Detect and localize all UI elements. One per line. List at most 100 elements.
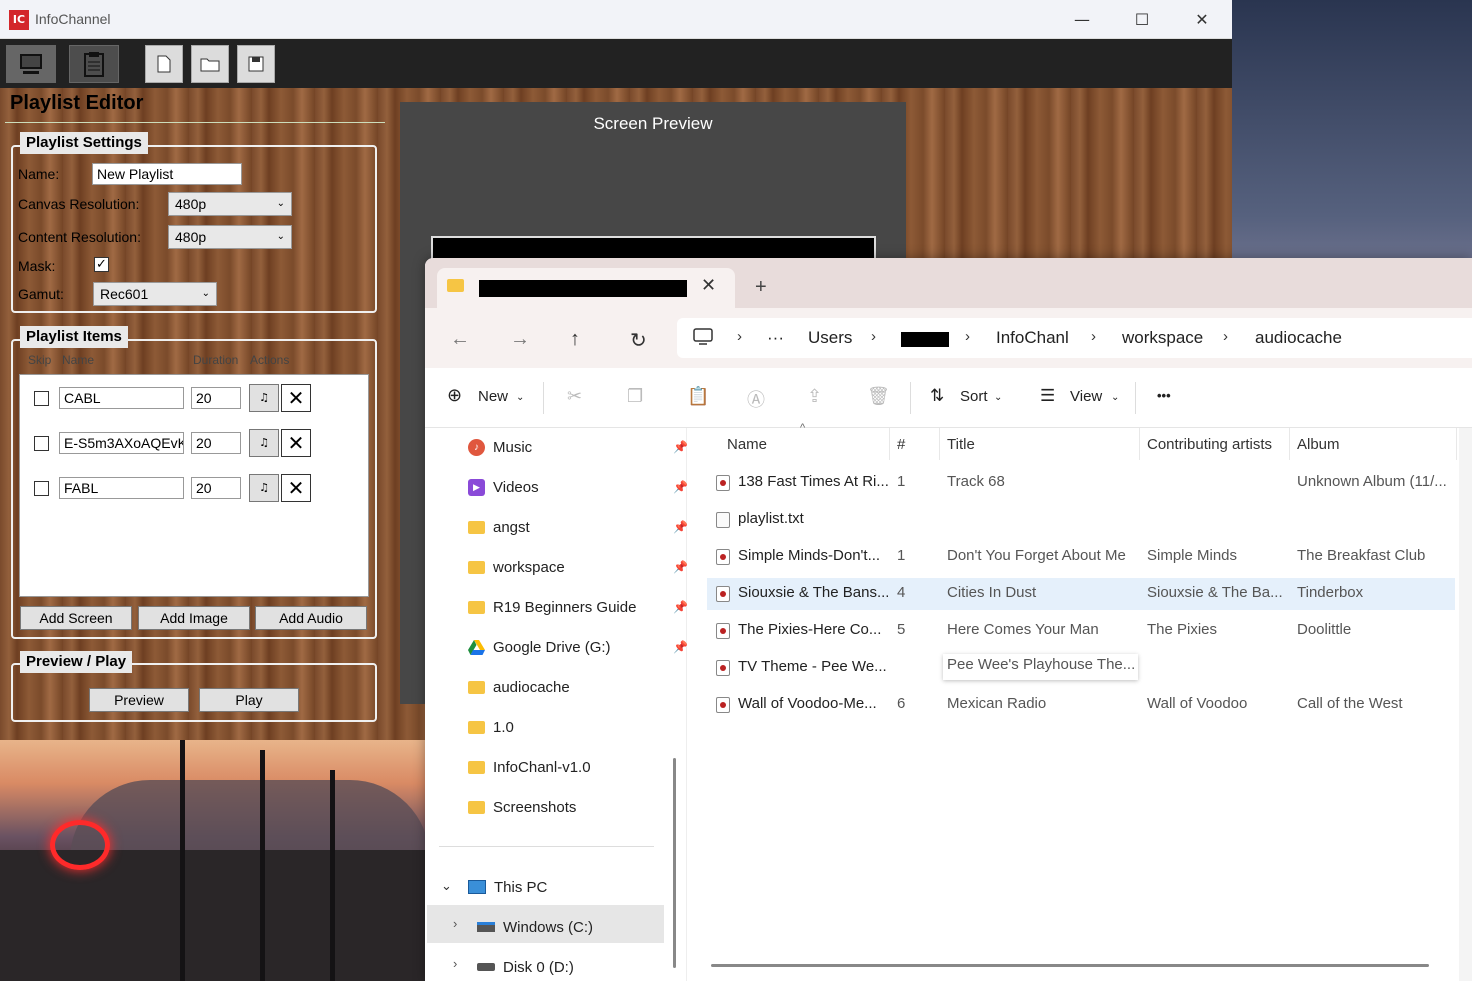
folder-icon [468, 720, 485, 734]
music-icon: ♪ [468, 438, 485, 456]
delete-icon[interactable]: ✕ [281, 384, 311, 412]
minimize-button[interactable]: — [1062, 8, 1102, 32]
back-arrow-icon[interactable]: ← [450, 328, 470, 351]
content-resolution-label: Content Resolution: [18, 229, 141, 245]
copy-icon[interactable]: ❐ [627, 386, 643, 407]
item-duration-input[interactable]: 20 [191, 432, 241, 454]
paste-icon[interactable]: 📋 [687, 386, 709, 407]
rename-icon[interactable]: Ⓐ [747, 386, 765, 412]
breadcrumb-workspace[interactable]: workspace [1122, 328, 1203, 348]
table-row[interactable]: Wall of Voodoo-Me... 6 Mexican Radio Wal… [707, 689, 1455, 721]
refresh-icon[interactable]: ↻ [630, 328, 647, 353]
chevron-down-icon[interactable]: ⌄ [441, 878, 452, 894]
share-icon[interactable]: ⇪ [807, 386, 822, 407]
item-name-input[interactable]: FABL [59, 477, 184, 499]
skip-checkbox[interactable] [34, 391, 49, 406]
nav-item-audiocache[interactable]: audiocache [468, 675, 668, 699]
table-row[interactable]: 138 Fast Times At Ri... 1 Track 68 Unkno… [707, 467, 1455, 499]
breadcrumb-audiocache[interactable]: audiocache [1255, 328, 1342, 348]
nav-item-windows-c[interactable]: Windows (C:) [477, 915, 677, 939]
chevron-right-icon[interactable]: › [453, 956, 457, 971]
add-screen-button[interactable]: Add Screen [20, 606, 132, 630]
scrollbar[interactable] [673, 758, 676, 968]
close-icon[interactable]: ✕ [701, 275, 716, 296]
new-tab-button[interactable]: + [755, 276, 767, 299]
open-folder-icon[interactable] [191, 45, 229, 83]
overflow-icon[interactable]: ··· [767, 328, 784, 348]
column-divider[interactable] [1139, 428, 1140, 460]
audio-icon[interactable]: ♫ [249, 474, 279, 502]
canvas-resolution-select[interactable]: 480p ⌄ [168, 192, 292, 216]
add-audio-button[interactable]: Add Audio [255, 606, 367, 630]
sort-button[interactable]: Sort [960, 388, 988, 405]
nav-item-workspace[interactable]: workspace 📌 [468, 555, 688, 579]
playlist-name-input[interactable]: New Playlist [92, 163, 242, 185]
delete-icon[interactable]: 🗑 [867, 386, 890, 407]
cut-icon[interactable]: ✂ [567, 386, 582, 407]
maximize-button[interactable]: ☐ [1122, 8, 1162, 32]
table-row[interactable]: Simple Minds-Don't... 1 Don't You Forget… [707, 541, 1455, 573]
add-image-button[interactable]: Add Image [138, 606, 250, 630]
column-header-album[interactable]: Album [1297, 436, 1340, 453]
monitor-icon[interactable] [6, 45, 56, 83]
file-name: Simple Minds-Don't... [738, 547, 881, 564]
content-resolution-select[interactable]: 480p ⌄ [168, 225, 292, 249]
mask-checkbox[interactable]: ✓ [94, 257, 109, 272]
column-divider[interactable] [939, 428, 940, 460]
horizontal-scrollbar[interactable] [711, 964, 1429, 967]
nav-item-angst[interactable]: angst 📌 [468, 515, 688, 539]
gamut-select[interactable]: Rec601 ⌄ [93, 282, 217, 306]
view-button[interactable]: View [1070, 388, 1102, 405]
column-header-number[interactable]: # [897, 436, 905, 453]
table-row[interactable]: playlist.txt [707, 504, 1455, 536]
delete-icon[interactable]: ✕ [281, 474, 311, 502]
nav-item-google-drive[interactable]: Google Drive (G:) 📌 [468, 635, 688, 659]
item-duration-input[interactable]: 20 [191, 477, 241, 499]
delete-icon[interactable]: ✕ [281, 429, 311, 457]
nav-item-disk-d[interactable]: Disk 0 (D:) [477, 955, 677, 979]
audio-icon[interactable]: ♫ [249, 429, 279, 457]
nav-item-music[interactable]: ♪ Music 📌 [468, 435, 688, 459]
item-name-input[interactable]: E-S5m3AXoAQEvK [59, 432, 184, 454]
forward-arrow-icon[interactable]: → [510, 328, 530, 351]
close-button[interactable]: ✕ [1182, 8, 1222, 32]
address-bar[interactable]: › ··· Users › › InfoChanl › workspace › … [677, 318, 1472, 358]
breadcrumb-infochanl[interactable]: InfoChanl [996, 328, 1069, 348]
column-header-artists[interactable]: Contributing artists [1147, 436, 1272, 453]
column-divider[interactable] [889, 428, 890, 460]
nav-item-screenshots[interactable]: Screenshots [468, 795, 668, 819]
skip-checkbox[interactable] [34, 436, 49, 451]
new-file-icon[interactable] [145, 45, 183, 83]
play-button[interactable]: Play [199, 688, 299, 712]
table-row[interactable]: Siouxsie & The Bans... 4 Cities In Dust … [707, 578, 1455, 610]
nav-item-label: Google Drive (G:) [493, 638, 611, 656]
explorer-tab[interactable]: ✕ [437, 268, 735, 308]
up-arrow-icon[interactable]: ↑ [570, 328, 580, 351]
duration-header: Duration [193, 353, 239, 367]
chevron-right-icon[interactable]: › [453, 916, 457, 931]
new-button[interactable]: New [478, 388, 508, 405]
nav-item-this-pc[interactable]: This PC [468, 875, 668, 899]
breadcrumb-users[interactable]: Users [808, 328, 852, 348]
clipboard-icon[interactable] [69, 45, 119, 83]
nav-item-label: audiocache [493, 678, 570, 696]
skip-checkbox[interactable] [34, 481, 49, 496]
nav-item-videos[interactable]: ▶ Videos 📌 [468, 475, 688, 499]
item-duration-input[interactable]: 20 [191, 387, 241, 409]
save-icon[interactable] [237, 45, 275, 83]
table-row[interactable]: TV Theme - Pee We... Pee Wee's Playhouse… [707, 652, 1455, 684]
preview-button[interactable]: Preview [89, 688, 189, 712]
column-divider[interactable] [1289, 428, 1290, 460]
more-options-button[interactable]: ••• [1157, 388, 1171, 403]
column-divider[interactable] [1456, 428, 1457, 460]
file-title: Don't You Forget About Me [947, 547, 1126, 564]
audio-icon[interactable]: ♫ [249, 384, 279, 412]
nav-item-r19-guide[interactable]: R19 Beginners Guide 📌 [468, 595, 688, 619]
nav-item-1-0[interactable]: 1.0 [468, 715, 668, 739]
column-header-title[interactable]: Title [947, 436, 975, 453]
column-header-name[interactable]: Name [727, 436, 767, 453]
vertical-scrollbar-track[interactable] [1459, 428, 1472, 981]
table-row[interactable]: The Pixies-Here Co... 5 Here Comes Your … [707, 615, 1455, 647]
item-name-input[interactable]: CABL [59, 387, 184, 409]
nav-item-infochanl-v1[interactable]: InfoChanl-v1.0 [468, 755, 668, 779]
